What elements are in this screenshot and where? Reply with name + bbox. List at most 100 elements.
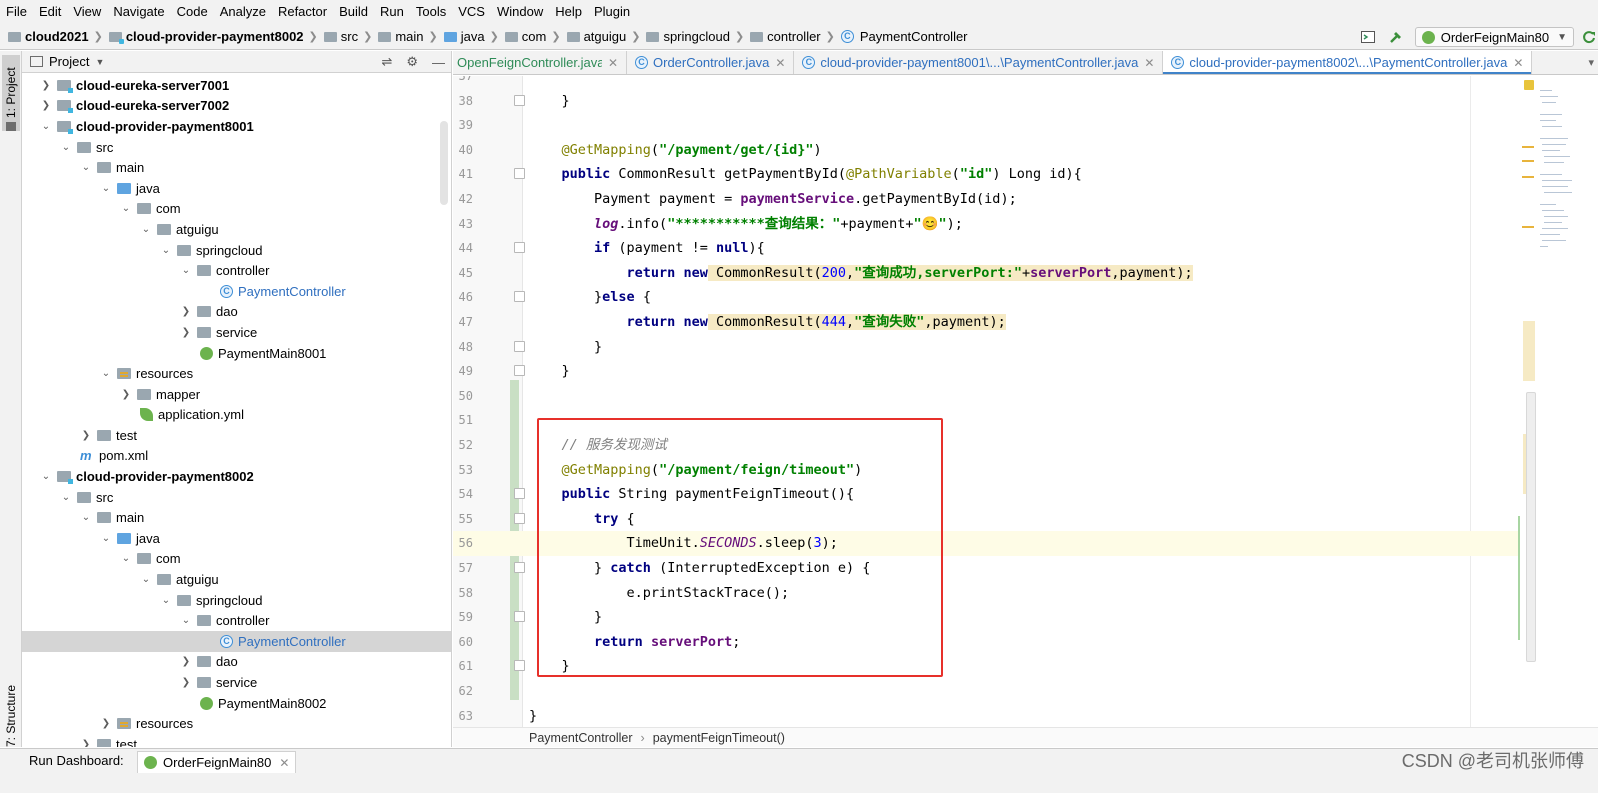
fold-marker-icon[interactable] [514,660,525,672]
chevron-down-icon[interactable]: ⌄ [140,574,152,585]
tab-payment-controller-8001[interactable]: Ccloud-provider-payment8001\...\PaymentC… [794,51,1164,74]
tab-payment-controller-8002[interactable]: Ccloud-provider-payment8002\...\PaymentC… [1163,51,1533,74]
chevron-down-icon[interactable]: ⌄ [100,183,112,194]
chevron-down-icon[interactable]: ⌄ [40,121,52,132]
chevron-down-icon[interactable]: ⌄ [160,245,172,256]
tree-node[interactable]: ⌄ java [22,178,451,199]
tree-node[interactable]: ⌄ src [22,487,451,508]
collapse-all-icon[interactable]: ⇌ [381,54,392,70]
chevron-right-icon[interactable]: ❯ [180,677,192,688]
gear-icon[interactable]: ⚙ [406,54,418,70]
breadcrumb-class[interactable]: PaymentController [529,731,633,745]
chevron-down-icon[interactable]: ⌄ [120,553,132,564]
tree-node[interactable]: ⌄ resources [22,363,451,384]
crumb-com[interactable]: com [504,29,546,44]
crumb-main[interactable]: main [378,29,424,44]
close-icon[interactable]: ✕ [775,56,785,70]
tree-node[interactable]: ❯ test [22,425,451,446]
tree-node[interactable]: ❯ service [22,322,451,343]
menu-edit[interactable]: Edit [33,0,67,24]
chevron-down-icon[interactable]: ⌄ [120,203,132,214]
fold-marker-icon[interactable] [514,611,525,623]
chevron-down-icon[interactable]: ⌄ [100,368,112,379]
close-icon[interactable]: ✕ [1144,56,1154,70]
menu-refactor[interactable]: Refactor [272,0,333,24]
chevron-down-icon[interactable]: ⌄ [60,492,72,503]
crumb-springcloud[interactable]: springcloud [646,29,730,44]
tree-node[interactable]: ❯ cloud-eureka-server7001 [22,75,451,96]
tree-node[interactable]: ⌄ com [22,199,451,220]
tree-node[interactable]: ⌄ cloud-provider-payment8001 [22,116,451,137]
chevron-down-icon[interactable]: ⌄ [160,595,172,606]
fold-marker-icon[interactable] [514,512,525,524]
tree-node[interactable]: ⌄ springcloud [22,240,451,261]
close-icon[interactable]: ✕ [279,756,289,770]
crumb-java[interactable]: java [443,29,485,44]
tree-node[interactable]: C PaymentController [22,281,451,302]
tree-node[interactable]: ❯ dao [22,652,451,673]
tree-node[interactable]: m pom.xml [22,446,451,467]
tree-node[interactable]: ⌄ cloud-provider-payment8002 [22,466,451,487]
tree-node[interactable]: ⌄ main [22,507,451,528]
warning-mark[interactable] [1522,226,1534,228]
crumb-controller[interactable]: controller [750,29,821,44]
menu-file[interactable]: File [0,0,33,24]
chevron-right-icon[interactable]: ❯ [40,80,52,91]
tree-node[interactable]: ⌄ java [22,528,451,549]
menu-vcs[interactable]: VCS [452,0,491,24]
tree-node[interactable]: ⌄ controller [22,260,451,281]
fold-marker-icon[interactable] [514,291,525,303]
structure-tool-tab[interactable]: 7: Structure [2,671,20,747]
tree-node[interactable]: ⌄ com [22,549,451,570]
tree-node[interactable]: ❯ resources [22,713,451,734]
breadcrumb-method[interactable]: paymentFeignTimeout() [653,731,785,745]
chevron-down-icon[interactable]: ⌄ [180,265,192,276]
tree-node[interactable]: ❯ service [22,672,451,693]
chevron-down-icon[interactable]: ⌄ [80,162,92,173]
tree-node-selected[interactable]: C PaymentController [22,631,451,652]
tree-node[interactable]: ⌄ springcloud [22,590,451,611]
fold-marker-icon[interactable] [514,242,525,254]
run-refresh-icon[interactable] [1580,28,1598,46]
fold-marker-icon[interactable] [514,488,525,500]
menu-analyze[interactable]: Analyze [214,0,272,24]
tree-node[interactable]: ⌄ controller [22,610,451,631]
chevron-down-icon[interactable]: ⌄ [80,512,92,523]
tree-node[interactable]: ⌄ src [22,137,451,158]
chevron-down-icon[interactable]: ⌄ [140,224,152,235]
crumb-class[interactable]: C PaymentController [840,29,968,44]
tree-node[interactable]: ❯ mapper [22,384,451,405]
project-view-selector[interactable]: Project [49,54,89,69]
tabs-overflow-icon[interactable]: ▾ [1588,51,1594,74]
hide-panel-icon[interactable]: — [432,55,445,70]
chevron-right-icon[interactable]: ❯ [80,430,92,441]
tree-node[interactable]: ⌄ atguigu [22,219,451,240]
crumb-project[interactable]: cloud2021 [8,29,89,44]
fold-marker-icon[interactable] [514,168,525,180]
chevron-down-icon[interactable]: ⌄ [180,615,192,626]
warning-icon[interactable] [1524,80,1534,90]
tree-node[interactable]: ❯ test [22,734,451,747]
chevron-down-icon[interactable]: ▼ [95,57,104,67]
chevron-right-icon[interactable]: ❯ [180,656,192,667]
chevron-right-icon[interactable]: ❯ [80,739,92,747]
menu-tools[interactable]: Tools [410,0,452,24]
run-dashboard-tab[interactable]: OrderFeignMain80 ✕ [137,751,297,773]
chevron-right-icon[interactable]: ❯ [40,100,52,111]
editor-scrollbar[interactable] [1526,392,1536,662]
build-hammer-icon[interactable] [1387,28,1405,46]
menu-run[interactable]: Run [374,0,410,24]
chevron-down-icon[interactable]: ⌄ [40,471,52,482]
tab-order-controller[interactable]: C OrderController.java ✕ [627,51,795,74]
chevron-right-icon[interactable]: ❯ [180,327,192,338]
crumb-atguigu[interactable]: atguigu [566,29,626,44]
chevron-down-icon[interactable]: ⌄ [100,533,112,544]
code-editor[interactable]: 37 38 } 39 40 @GetMapping("/payment/get/… [453,76,1598,728]
close-icon[interactable]: ✕ [608,56,618,70]
menu-window[interactable]: Window [491,0,549,24]
fold-marker-icon[interactable] [514,94,525,106]
tree-node[interactable]: application.yml [22,405,451,426]
warning-mark[interactable] [1522,146,1534,148]
close-icon[interactable]: ✕ [1513,56,1523,70]
run-configuration-select[interactable]: OrderFeignMain80 ▼ [1414,27,1574,47]
